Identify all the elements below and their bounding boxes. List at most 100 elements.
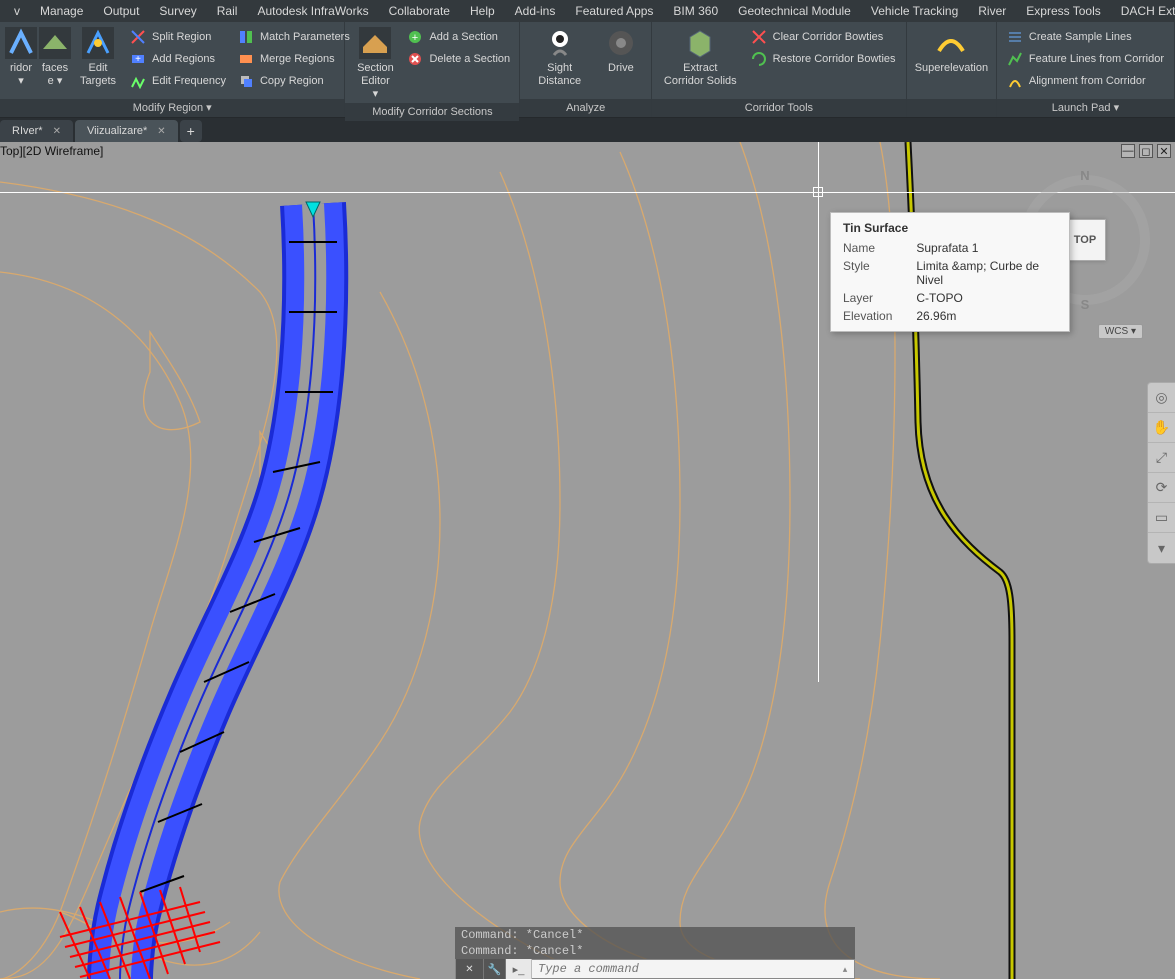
section-editor-icon [359, 27, 391, 59]
alignment-from-corridor-button[interactable]: Alignment from Corridor [1003, 71, 1168, 91]
menu-item[interactable]: River [968, 2, 1016, 20]
menu-item[interactable]: Featured Apps [565, 2, 663, 20]
label: Add Regions [152, 53, 215, 65]
label: Feature Lines from Corridor [1029, 53, 1164, 65]
feature-lines-icon [1007, 51, 1023, 67]
new-tab-button[interactable]: + [180, 120, 202, 142]
drawing-viewport[interactable]: Top][2D Wireframe] [0, 142, 1175, 979]
delete-section-button[interactable]: Delete a Section [403, 49, 514, 69]
tab-viizualizare[interactable]: Viizualizare* ✕ [75, 120, 178, 142]
label: Editor ▾ [357, 75, 393, 101]
section-editor-button[interactable]: Section Editor ▾ [351, 25, 399, 103]
compass-s: S [1081, 297, 1090, 312]
tooltip-value: Limita &amp; Curbe de Nivel [904, 257, 1069, 289]
crosshair-pickbox [813, 187, 823, 197]
add-regions-button[interactable]: +Add Regions [126, 49, 230, 69]
ribbon-panel-corridor-tools: Extract Corridor Solids Clear Corridor B… [652, 22, 907, 117]
tooltip-key: Layer [831, 289, 904, 307]
command-line: Command: *Cancel* Command: *Cancel* ✕ 🔧 … [455, 927, 855, 979]
label: Clear Corridor Bowties [773, 31, 884, 43]
menu-item[interactable]: Vehicle Tracking [861, 2, 968, 20]
corridor-button[interactable]: ridor ▾ [6, 25, 36, 90]
ribbon-panel-modify-region: ridor ▾ faces e ▾ Edit Targets Split Reg… [0, 22, 345, 117]
label: Edit [89, 62, 108, 75]
label: Alignment from Corridor [1029, 75, 1146, 87]
nav-more-icon[interactable]: ▾ [1148, 533, 1175, 563]
pan-icon[interactable]: ✋ [1148, 413, 1175, 443]
drive-icon [605, 27, 637, 59]
menu-item[interactable]: Manage [30, 2, 93, 20]
menu-item[interactable]: Collaborate [379, 2, 460, 20]
label: Superelevation [915, 62, 988, 75]
zoom-extents-icon[interactable]: ⤢ [1148, 443, 1175, 473]
steering-wheel-icon[interactable]: ◎ [1148, 383, 1175, 413]
wcs-dropdown[interactable]: WCS ▾ [1098, 324, 1143, 339]
viewport-window-controls: — ◻ ✕ [1121, 144, 1171, 158]
label: Sight Distance [532, 62, 586, 88]
menu-bar: v Manage Output Survey Rail Autodesk Inf… [0, 0, 1175, 22]
split-region-button[interactable]: Split Region [126, 27, 230, 47]
label: Targets [80, 75, 116, 88]
maximize-icon[interactable]: ◻ [1139, 144, 1153, 158]
feature-lines-button[interactable]: Feature Lines from Corridor [1003, 49, 1168, 69]
tab-river[interactable]: RIver* ✕ [0, 120, 73, 142]
command-recent-icon[interactable]: ▴ [836, 964, 854, 975]
create-sample-lines-button[interactable]: Create Sample Lines [1003, 27, 1168, 47]
close-icon[interactable]: ✕ [1157, 144, 1171, 158]
panel-title: Modify Corridor Sections [345, 103, 519, 121]
command-close-icon[interactable]: ✕ [456, 959, 484, 979]
superelevation-button[interactable]: Superelevation [913, 25, 990, 77]
navigation-bar: ◎ ✋ ⤢ ⟳ ▭ ▾ [1147, 382, 1175, 564]
close-icon[interactable]: ✕ [53, 126, 61, 137]
clear-bowties-button[interactable]: Clear Corridor Bowties [747, 27, 900, 47]
edit-frequency-button[interactable]: Edit Frequency [126, 71, 230, 91]
label: Copy Region [260, 75, 324, 87]
menu-item[interactable]: Output [93, 2, 149, 20]
tooltip-key: Style [831, 257, 904, 289]
menu-item[interactable]: v [4, 2, 30, 20]
menu-item[interactable]: Geotechnical Module [728, 2, 861, 20]
menu-item[interactable]: Express Tools [1016, 2, 1110, 20]
hover-tooltip: Tin Surface NameSuprafata 1 StyleLimita … [830, 212, 1070, 332]
label: Restore Corridor Bowties [773, 53, 896, 65]
surfaces-button[interactable]: faces e ▾ [40, 25, 70, 90]
menu-item[interactable]: Survey [149, 2, 206, 20]
minimize-icon[interactable]: — [1121, 144, 1135, 158]
match-parameters-button[interactable]: Match Parameters [234, 27, 354, 47]
add-section-button[interactable]: +Add a Section [403, 27, 514, 47]
close-icon[interactable]: ✕ [157, 126, 165, 137]
label: ▾ [18, 75, 24, 88]
menu-item[interactable]: Help [460, 2, 505, 20]
label: Edit Frequency [152, 75, 226, 87]
sight-distance-button[interactable]: Sight Distance [526, 25, 592, 90]
label: Corridor Solids [664, 75, 737, 88]
crosshair-vertical [818, 142, 819, 682]
restore-bowties-button[interactable]: Restore Corridor Bowties [747, 49, 900, 69]
copy-region-button[interactable]: Copy Region [234, 71, 354, 91]
menu-item[interactable]: BIM 360 [663, 2, 728, 20]
menu-item[interactable]: Add-ins [505, 2, 566, 20]
panel-title[interactable]: Launch Pad ▾ [997, 99, 1174, 117]
corridor-icon [5, 27, 37, 59]
merge-regions-icon [238, 51, 254, 67]
label: faces [42, 62, 68, 75]
label: Delete a Section [429, 53, 510, 65]
document-tabs: RIver* ✕ Viizualizare* ✕ + [0, 118, 1175, 142]
drive-button[interactable]: Drive [597, 25, 645, 77]
extract-solids-button[interactable]: Extract Corridor Solids [658, 25, 743, 90]
command-settings-icon[interactable]: 🔧 [484, 959, 506, 979]
showmotion-icon[interactable]: ▭ [1148, 503, 1175, 533]
label: Create Sample Lines [1029, 31, 1132, 43]
menu-item[interactable]: Autodesk InfraWorks [247, 2, 378, 20]
orbit-icon[interactable]: ⟳ [1148, 473, 1175, 503]
merge-regions-button[interactable]: Merge Regions [234, 49, 354, 69]
extract-solids-icon [684, 27, 716, 59]
svg-text:+: + [412, 32, 418, 44]
menu-item[interactable]: DACH Extension [1111, 2, 1175, 20]
ribbon-panel-corridor-sections: Section Editor ▾ +Add a Section Delete a… [345, 22, 520, 117]
command-input[interactable] [532, 960, 836, 978]
panel-title[interactable]: Modify Region ▾ [0, 99, 344, 117]
edit-targets-button[interactable]: Edit Targets [74, 25, 122, 90]
tooltip-key: Elevation [831, 307, 904, 325]
menu-item[interactable]: Rail [207, 2, 248, 20]
